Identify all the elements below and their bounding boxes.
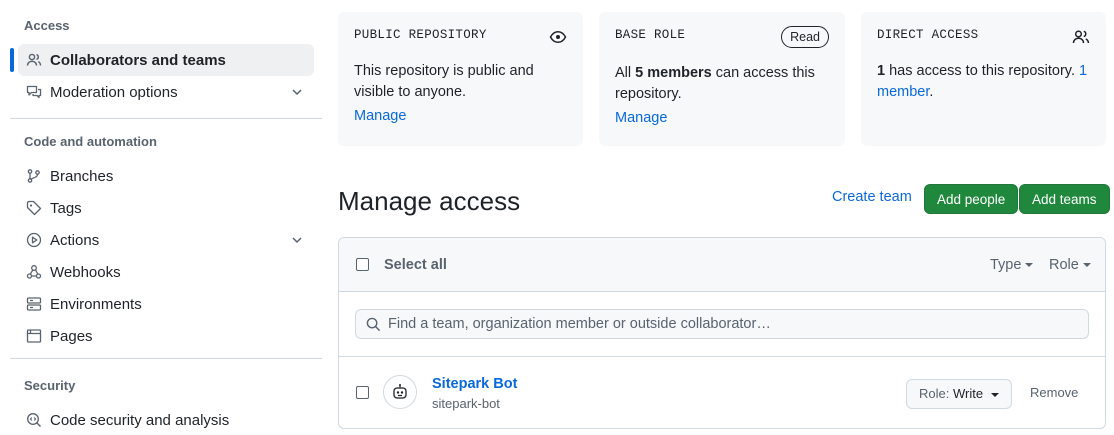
codescan-icon xyxy=(26,412,42,428)
direct-access-card: DIRECT ACCESS 1 has access to this repos… xyxy=(861,12,1106,146)
member-checkbox[interactable] xyxy=(356,386,369,399)
access-list: Select all Type Role Sitepark Bot sitepa… xyxy=(338,237,1106,429)
type-filter-label: Type xyxy=(990,257,1022,273)
page-title: Manage access xyxy=(338,186,521,216)
sidebar-item-label: Moderation options xyxy=(50,83,178,101)
bot-icon xyxy=(393,384,407,399)
eye-icon xyxy=(549,30,567,44)
sidebar-item-label: Webhooks xyxy=(50,263,121,281)
member-login: sitepark-bot xyxy=(432,396,500,411)
sidebar-item-label: Collaborators and teams xyxy=(50,51,226,69)
card-label: PUBLIC REPOSITORY xyxy=(354,28,487,42)
create-team-link[interactable]: Create team xyxy=(832,189,912,205)
sidebar-item-actions[interactable]: Actions xyxy=(18,224,314,256)
avatar xyxy=(383,375,417,409)
tag-icon xyxy=(26,200,42,216)
type-filter[interactable]: Type xyxy=(990,257,1034,273)
role-badge: Read xyxy=(781,26,829,48)
role-value: Write xyxy=(952,386,984,401)
sidebar-divider xyxy=(10,358,322,359)
text-part: . xyxy=(929,84,934,100)
sidebar-item-code-security[interactable]: Code security and analysis xyxy=(18,404,314,435)
webhook-icon xyxy=(26,264,42,280)
card-description: All 5 members can access this repository… xyxy=(615,63,829,105)
active-indicator xyxy=(10,48,14,72)
public-repository-card: PUBLIC REPOSITORY This repository is pub… xyxy=(338,12,583,146)
sidebar-item-tags[interactable]: Tags xyxy=(18,192,314,224)
remove-button[interactable]: Remove xyxy=(1030,385,1078,400)
server-icon xyxy=(26,296,42,312)
browser-icon xyxy=(26,328,42,344)
base-role-card: BASE ROLE Read All 5 members can access … xyxy=(599,12,845,146)
chevron-down-icon[interactable] xyxy=(290,233,304,247)
code-automation-heading: Code and automation xyxy=(24,134,157,149)
caret-down-icon xyxy=(1082,263,1091,268)
sidebar-item-label: Actions xyxy=(50,231,100,249)
add-teams-button[interactable]: Add teams xyxy=(1019,184,1110,214)
card-description: This repository is public and visible to… xyxy=(354,63,534,100)
git-branch-icon xyxy=(26,168,42,184)
sidebar-item-label: Branches xyxy=(50,167,114,185)
member-count: 5 members xyxy=(635,65,712,81)
member-name-link[interactable]: Sitepark Bot xyxy=(432,376,517,392)
caret-down-icon xyxy=(1025,263,1034,268)
sidebar-item-label: Environments xyxy=(50,295,142,313)
add-people-button[interactable]: Add people xyxy=(924,184,1019,214)
manage-visibility-link[interactable]: Manage xyxy=(354,108,406,124)
sidebar-item-label: Code security and analysis xyxy=(50,411,230,429)
role-filter-label: Role xyxy=(1049,257,1079,273)
play-icon xyxy=(26,232,42,248)
search-box xyxy=(355,309,1089,339)
sidebar-item-label: Tags xyxy=(50,199,82,217)
role-filter[interactable]: Role xyxy=(1049,257,1091,273)
card-description: 1 has access to this repository. 1 membe… xyxy=(877,61,1090,103)
people-icon xyxy=(1072,30,1090,44)
role-select-button[interactable]: Role: Write xyxy=(906,379,1013,409)
list-header: Select all Type Role xyxy=(339,238,1105,292)
text-part: has access to this repository. xyxy=(885,63,1080,79)
sidebar-item-branches[interactable]: Branches xyxy=(18,160,314,192)
search-row xyxy=(339,292,1105,357)
settings-sidebar: Access Collaborators and teams Moderatio… xyxy=(0,0,330,435)
people-icon xyxy=(26,52,42,68)
sidebar-item-moderation[interactable]: Moderation options xyxy=(18,76,314,108)
search-input[interactable] xyxy=(388,310,1078,338)
caret-down-icon xyxy=(991,392,1000,397)
sidebar-item-pages[interactable]: Pages xyxy=(18,320,314,352)
direct-count: 1 xyxy=(877,63,886,79)
chevron-down-icon[interactable] xyxy=(290,85,304,99)
text-part: All xyxy=(615,65,636,81)
select-all-checkbox[interactable] xyxy=(356,258,369,271)
comment-discussion-icon xyxy=(26,84,42,100)
sidebar-item-webhooks[interactable]: Webhooks xyxy=(18,256,314,288)
sidebar-item-environments[interactable]: Environments xyxy=(18,288,314,320)
security-heading: Security xyxy=(24,378,76,393)
role-prefix: Role: xyxy=(919,386,950,401)
access-heading: Access xyxy=(24,18,70,33)
search-icon xyxy=(366,317,381,332)
card-label: DIRECT ACCESS xyxy=(877,28,979,42)
select-all-label: Select all xyxy=(384,257,447,273)
manage-base-role-link[interactable]: Manage xyxy=(615,110,667,126)
sidebar-item-collaborators[interactable]: Collaborators and teams xyxy=(18,44,314,76)
sidebar-divider xyxy=(10,118,322,119)
sidebar-item-label: Pages xyxy=(50,327,93,345)
table-row: Sitepark Bot sitepark-bot Role: Write Re… xyxy=(339,358,1105,428)
